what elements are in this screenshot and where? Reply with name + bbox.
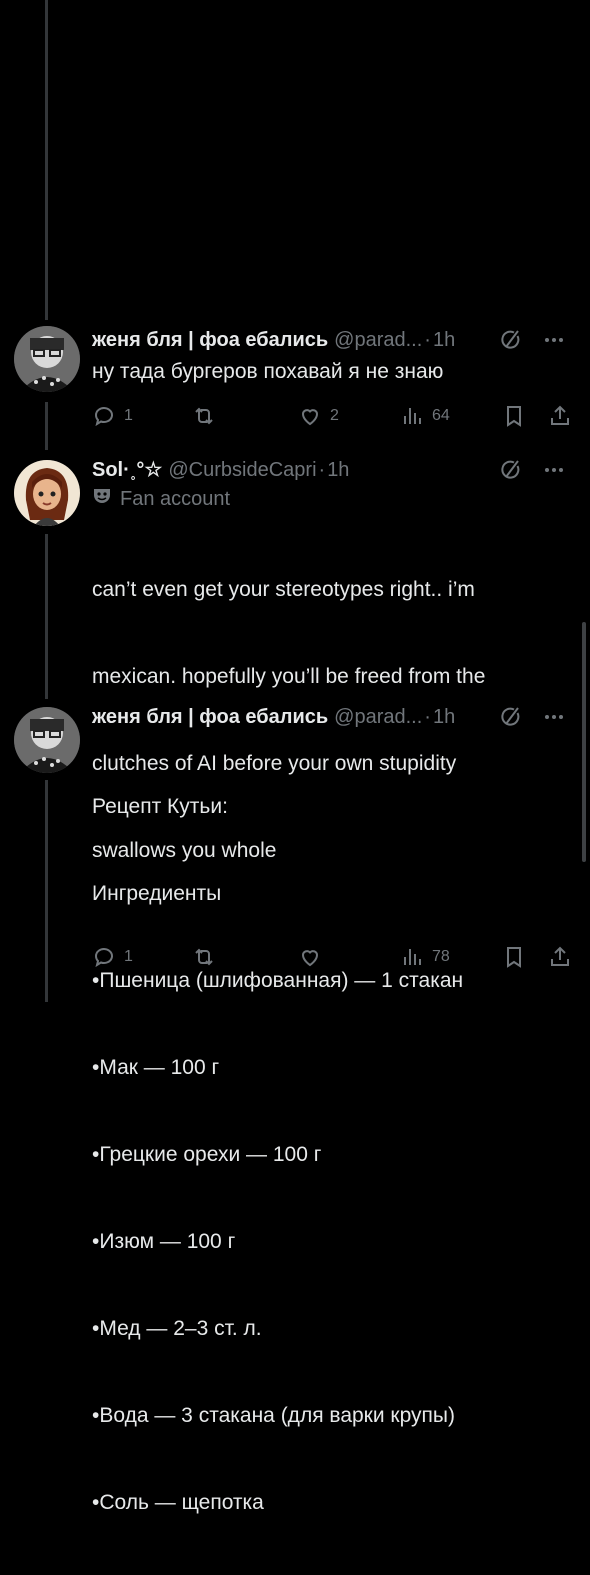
timestamp[interactable]: 1h: [433, 326, 455, 354]
scrollbar[interactable]: [582, 622, 586, 862]
share-button[interactable]: [548, 398, 572, 434]
tweet-header: Sol·˳°☆ @CurbsideCapri · 1h: [92, 456, 580, 484]
grok-icon[interactable]: [498, 705, 522, 729]
fan-account-text: Fan account: [120, 487, 231, 510]
views-button[interactable]: 64: [400, 398, 450, 434]
tweet-text-line: •Вода — 3 стакана (для варки крупы): [92, 1404, 456, 1427]
tweet-text-line: mexican. hopefully you’ll be freed from …: [92, 665, 486, 688]
tweet-header: женя бля | фоа ебались @parad... · 1h: [92, 703, 580, 731]
thread-line-1: [45, 402, 48, 450]
more-icon[interactable]: [542, 328, 566, 352]
tweet-text-line: •Соль — щепотка: [92, 1491, 264, 1514]
more-icon[interactable]: [542, 705, 566, 729]
tweet-text: ну тада бургеров похавай я не знаю: [92, 360, 444, 383]
like-button[interactable]: 2: [298, 398, 339, 434]
tweet-actions: 1 2 64: [92, 398, 580, 434]
separator-dot: ·: [424, 706, 431, 728]
user-handle[interactable]: @parad...: [334, 326, 422, 354]
retweet-button[interactable]: [192, 398, 216, 434]
tweet-header: женя бля | фоа ебались @parad... · 1h: [92, 326, 580, 354]
thread-line-2: [45, 534, 48, 699]
bookmark-icon: [502, 404, 526, 428]
share-icon: [548, 404, 572, 428]
more-icon[interactable]: [542, 458, 566, 482]
display-name[interactable]: Sol·˳°☆: [92, 456, 162, 484]
tweet-text-line: •Мак — 100 г: [92, 1056, 220, 1079]
reply-icon: [92, 404, 116, 428]
tweet-text-line: Рецепт Кутьи:: [92, 795, 228, 818]
reply-button[interactable]: 1: [92, 398, 133, 434]
avatar[interactable]: [14, 460, 80, 526]
display-name[interactable]: женя бля | фоа ебались: [92, 326, 328, 354]
views-count: 64: [432, 407, 450, 424]
grok-icon[interactable]: [498, 458, 522, 482]
avatar[interactable]: [14, 707, 80, 773]
timestamp[interactable]: 1h: [433, 703, 455, 731]
tweet-text-line: •Грецкие орехи — 100 г: [92, 1143, 322, 1166]
user-handle[interactable]: @parad...: [334, 703, 422, 731]
tweet-text-line: •Изюм — 100 г: [92, 1230, 236, 1253]
like-count: 2: [330, 407, 339, 424]
tweet-text-line: Ингредиенты: [92, 882, 222, 905]
grok-icon[interactable]: [498, 328, 522, 352]
thread-line-top: [45, 0, 48, 320]
tweet-text-line: •Мед — 2–3 ст. л.: [92, 1317, 262, 1340]
fan-account-label: Fan account: [92, 484, 580, 514]
timestamp[interactable]: 1h: [327, 456, 349, 484]
thread-line-3: [45, 780, 48, 1002]
avatar[interactable]: [14, 326, 80, 392]
tweet-text-line: can’t even get your stereotypes right.. …: [92, 578, 475, 601]
user-handle[interactable]: @CurbsideCapri: [168, 456, 316, 484]
display-name[interactable]: женя бля | фоа ебались: [92, 703, 328, 731]
tweet-text-line: •Пшеница (шлифованная) — 1 стакан: [92, 969, 464, 992]
views-icon: [400, 404, 424, 428]
separator-dot: ·: [318, 459, 326, 481]
heart-icon: [298, 404, 322, 428]
separator-dot: ·: [424, 329, 431, 351]
fan-account-icon: [92, 486, 112, 512]
retweet-icon: [192, 404, 216, 428]
bookmark-button[interactable]: [502, 398, 526, 434]
reply-count: 1: [124, 407, 133, 424]
tweet-text: Рецепт Кутьи: Ингредиенты •Пшеница (шлиф…: [92, 734, 580, 1575]
